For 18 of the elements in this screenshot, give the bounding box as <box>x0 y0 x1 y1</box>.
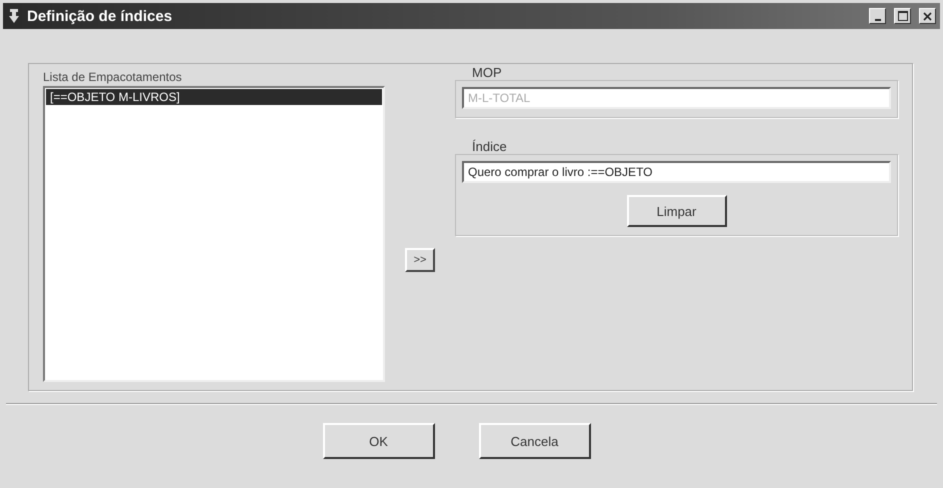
minimize-icon <box>874 18 880 20</box>
package-list[interactable]: [==OBJETO M-LIVROS] <box>43 86 385 382</box>
add-button[interactable]: >> <box>405 248 435 272</box>
maximize-icon <box>898 11 908 21</box>
list-label: Lista de Empacotamentos <box>43 70 183 84</box>
close-icon <box>923 12 932 20</box>
maximize-button[interactable] <box>894 8 911 24</box>
close-button[interactable] <box>919 8 936 24</box>
index-label: Índice <box>470 139 509 154</box>
window-title: Definição de índices <box>27 8 174 24</box>
cancel-button[interactable]: Cancela <box>478 423 590 459</box>
app-icon <box>7 8 21 24</box>
mop-label: MOP <box>470 65 504 80</box>
clear-button[interactable]: Limpar <box>626 195 726 227</box>
minimize-button[interactable] <box>869 8 886 24</box>
list-item[interactable]: [==OBJETO M-LIVROS] <box>46 89 382 105</box>
ok-button[interactable]: OK <box>322 423 434 459</box>
index-field[interactable]: Quero comprar o livro :==OBJETO <box>462 161 891 183</box>
